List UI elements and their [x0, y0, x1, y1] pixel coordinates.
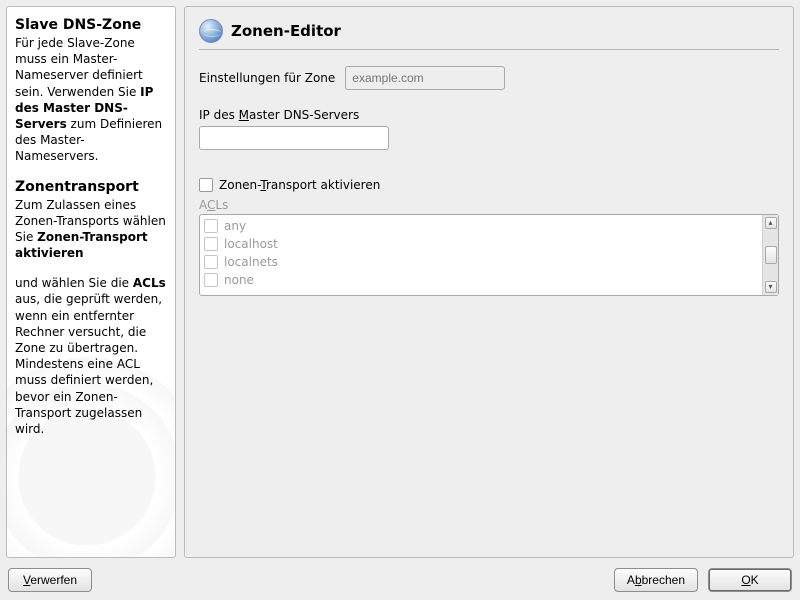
acls-scrollbar[interactable]: ▴ ▾ [762, 215, 778, 295]
zone-transport-checkbox[interactable] [199, 178, 213, 192]
scroll-down-icon[interactable]: ▾ [765, 281, 777, 293]
acl-item-label: localnets [224, 255, 278, 269]
button-bar: Verwerfen Abbrechen OK [0, 564, 800, 600]
editor-title: Zonen-Editor [231, 22, 341, 40]
acl-item: any [204, 217, 758, 235]
help-heading-slave: Slave DNS-Zone [15, 17, 167, 33]
help-panel: Slave DNS-Zone Für jede Slave-Zone muss … [6, 6, 176, 558]
acl-item-checkbox [204, 237, 218, 251]
acls-listbox: any localhost localnets none ▴ ▾ [199, 214, 779, 296]
globe-icon [199, 19, 223, 43]
editor-panel: Zonen-Editor Einstellungen für Zone IP d… [184, 6, 794, 558]
zone-name-label: Einstellungen für Zone [199, 71, 335, 85]
acl-item: none [204, 271, 758, 289]
zone-transport-label: Zonen-Transport aktivieren [219, 178, 380, 192]
cancel-button[interactable]: Abbrechen [614, 568, 698, 592]
master-ip-input[interactable] [199, 126, 389, 150]
zone-name-input [345, 66, 505, 90]
acls-group-label: ACLs [199, 198, 779, 212]
help-text-transport: Zum Zulassen eines Zonen-Transports wähl… [15, 197, 167, 262]
help-heading-transport: Zonentransport [15, 179, 167, 195]
help-text-slave: Für jede Slave-Zone muss ein Master-Name… [15, 35, 167, 165]
discard-button[interactable]: Verwerfen [8, 568, 92, 592]
master-ip-label: IP des Master DNS-Servers [199, 108, 779, 122]
ok-button[interactable]: OK [708, 568, 792, 592]
acl-item-checkbox [204, 273, 218, 287]
help-text-acls: und wählen Sie die ACLs aus, die geprüft… [15, 275, 167, 437]
acl-item: localnets [204, 253, 758, 271]
scroll-thumb[interactable] [765, 246, 777, 264]
editor-header: Zonen-Editor [199, 19, 779, 50]
acl-item-label: any [224, 219, 246, 233]
acl-item: localhost [204, 235, 758, 253]
acl-item-label: none [224, 273, 254, 287]
scroll-up-icon[interactable]: ▴ [765, 217, 777, 229]
acl-item-label: localhost [224, 237, 278, 251]
acl-item-checkbox [204, 219, 218, 233]
acl-item-checkbox [204, 255, 218, 269]
